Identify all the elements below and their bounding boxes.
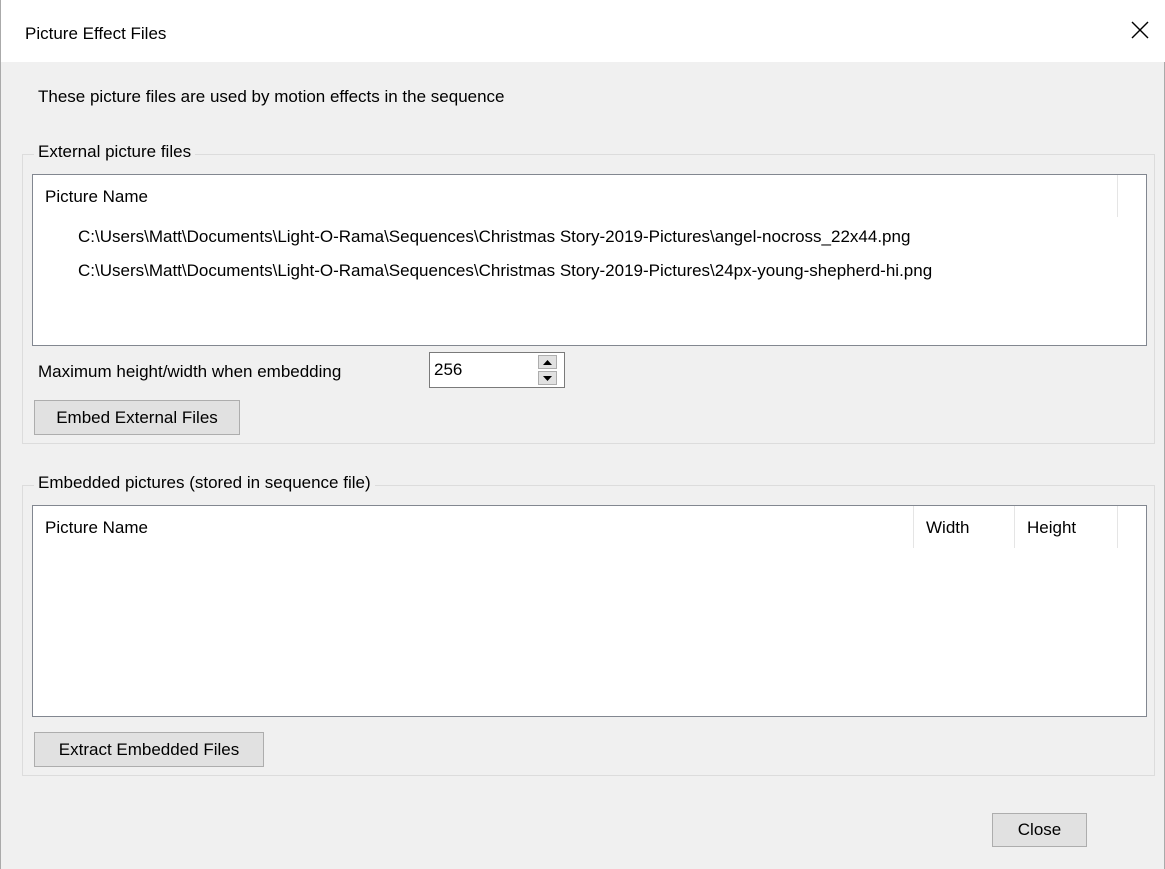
column-header-picture-name[interactable]: Picture Name xyxy=(45,187,148,207)
close-button[interactable]: Close xyxy=(992,813,1087,847)
close-icon[interactable] xyxy=(1129,19,1151,41)
list-item[interactable]: C:\Users\Matt\Documents\Light-O-Rama\Seq… xyxy=(78,227,910,247)
column-header-picture-name[interactable]: Picture Name xyxy=(45,518,148,538)
intro-text: These picture files are used by motion e… xyxy=(38,87,505,106)
column-separator xyxy=(1014,506,1015,548)
max-size-stepper xyxy=(429,352,565,388)
column-separator xyxy=(1117,506,1118,548)
spin-buttons xyxy=(538,355,557,385)
external-files-list[interactable]: Picture Name C:\Users\Matt\Documents\Lig… xyxy=(32,174,1147,346)
column-header-width[interactable]: Width xyxy=(926,518,969,538)
embedded-pictures-group-label: Embedded pictures (stored in sequence fi… xyxy=(34,473,375,493)
down-arrow-icon[interactable] xyxy=(538,371,557,385)
column-separator xyxy=(1117,175,1118,217)
title-bar: Picture Effect Files xyxy=(1,0,1165,62)
max-size-input[interactable] xyxy=(430,353,535,387)
window-title: Picture Effect Files xyxy=(25,24,167,43)
list-item[interactable]: C:\Users\Matt\Documents\Light-O-Rama\Seq… xyxy=(78,261,932,281)
extract-embedded-files-button[interactable]: Extract Embedded Files xyxy=(34,732,264,767)
embedded-pictures-list[interactable]: Picture Name Width Height xyxy=(32,505,1147,717)
dialog-window: Picture Effect Files These picture files… xyxy=(0,0,1165,869)
column-separator xyxy=(913,506,914,548)
external-files-group-label: External picture files xyxy=(34,142,196,162)
embed-external-files-button[interactable]: Embed External Files xyxy=(34,400,240,435)
max-size-label: Maximum height/width when embedding xyxy=(38,362,342,381)
up-arrow-icon[interactable] xyxy=(538,355,557,369)
column-header-height[interactable]: Height xyxy=(1027,518,1076,538)
